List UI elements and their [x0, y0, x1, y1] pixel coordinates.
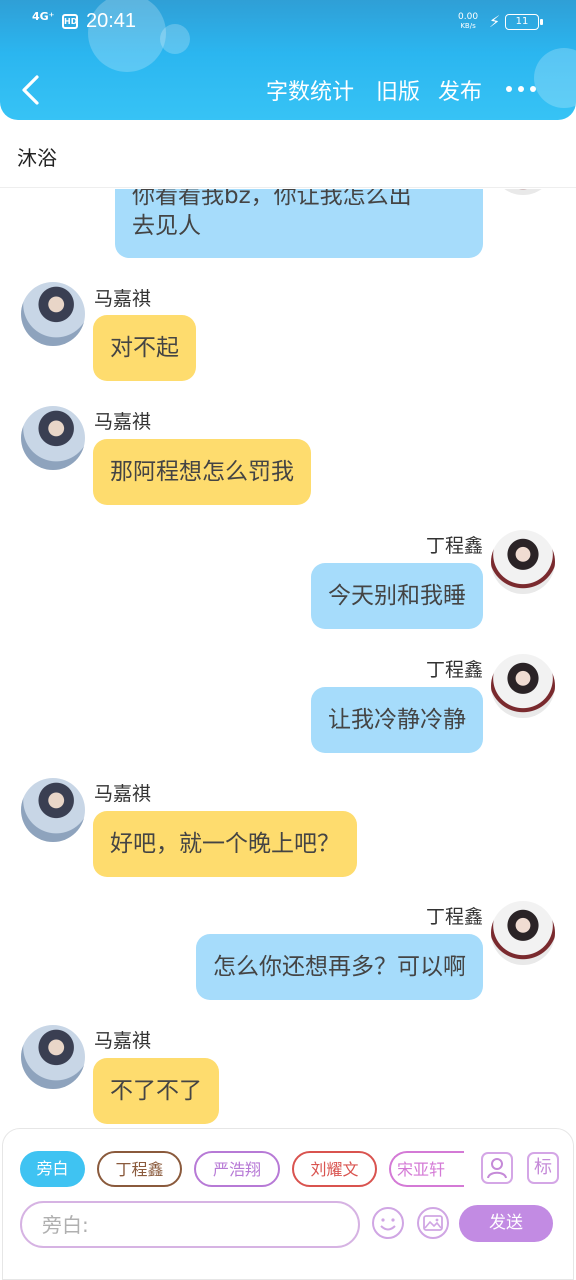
sender-name: 马嘉祺: [94, 783, 152, 805]
chat-area[interactable]: 你看看我bz，你让我怎么出 去见人 马嘉祺 对不起 马嘉祺 那阿程想怎么罚我 丁…: [0, 189, 576, 1127]
hd-indicator: HD: [62, 14, 78, 29]
publish-button[interactable]: 发布: [438, 74, 482, 106]
sender-name: 马嘉祺: [94, 411, 152, 433]
sender-name: 马嘉祺: [94, 288, 152, 310]
network-speed: 0.00 KB/s: [458, 13, 478, 31]
avatar[interactable]: [21, 406, 85, 470]
more-options-icon[interactable]: [506, 86, 538, 94]
message-input[interactable]: [42, 1211, 342, 1239]
image-icon[interactable]: [416, 1206, 450, 1240]
message-bubble[interactable]: 怎么你还想再多？可以啊: [196, 934, 483, 1000]
message-text-line: 你看看我bz，你让我怎么出: [132, 189, 412, 209]
person-icon[interactable]: [481, 1152, 513, 1184]
character-chip-liu[interactable]: 刘耀文: [292, 1151, 377, 1187]
avatar[interactable]: [491, 654, 555, 718]
app-header: 4G⁺ HD 20:41 0.00 KB/s ⚡ 11 字数统计 旧版 发布: [0, 0, 576, 120]
back-arrow-icon[interactable]: [18, 72, 44, 108]
avatar[interactable]: [21, 282, 85, 346]
sender-name: 丁程鑫: [425, 535, 483, 557]
sender-name: 丁程鑫: [425, 906, 483, 928]
old-version-button[interactable]: 旧版: [376, 74, 420, 106]
character-chip-yan[interactable]: 严浩翔: [194, 1151, 280, 1187]
network-speed-unit: KB/s: [460, 22, 476, 30]
word-count-button[interactable]: 字数统计: [266, 74, 354, 106]
avatar[interactable]: [491, 901, 555, 965]
avatar[interactable]: [21, 778, 85, 842]
title-bar: [0, 120, 576, 188]
avatar[interactable]: [21, 1025, 85, 1089]
sender-name: 丁程鑫: [425, 659, 483, 681]
signal-indicator: 4G⁺: [32, 10, 55, 23]
character-chip-song[interactable]: 宋亚轩: [389, 1151, 464, 1187]
mark-button[interactable]: 标: [527, 1152, 559, 1184]
character-chip-narrator[interactable]: 旁白: [20, 1151, 85, 1187]
network-speed-value: 0.00: [458, 12, 479, 22]
avatar[interactable]: [491, 189, 555, 195]
message-bubble[interactable]: 今天别和我睡: [311, 563, 483, 629]
message-bubble[interactable]: 好吧，就一个晚上吧？: [93, 811, 357, 877]
avatar[interactable]: [491, 530, 555, 594]
status-bar: 4G⁺ HD 20:41 0.00 KB/s ⚡ 11: [0, 0, 576, 44]
emoji-icon[interactable]: [371, 1206, 405, 1240]
message-input-field[interactable]: [20, 1201, 360, 1248]
character-chip-ding[interactable]: 丁程鑫: [97, 1151, 182, 1187]
message-bubble[interactable]: 你看看我bz，你让我怎么出 去见人: [115, 189, 483, 258]
sender-name: 马嘉祺: [94, 1030, 152, 1052]
message-bubble[interactable]: 对不起: [93, 315, 196, 381]
clock: 20:41: [86, 10, 137, 32]
person-glyph-icon: [487, 1158, 507, 1179]
send-button[interactable]: 发送: [459, 1205, 553, 1242]
message-bubble[interactable]: 让我冷静冷静: [311, 687, 483, 753]
message-bubble[interactable]: 那阿程想怎么罚我: [93, 439, 311, 505]
message-bubble[interactable]: 不了不了: [93, 1058, 219, 1124]
charging-icon: ⚡: [489, 12, 501, 31]
battery-level: 11: [505, 14, 543, 30]
story-title[interactable]: 沐浴: [17, 142, 57, 171]
decorative-bubble: [534, 48, 576, 108]
message-text-line: 去见人: [132, 213, 201, 239]
